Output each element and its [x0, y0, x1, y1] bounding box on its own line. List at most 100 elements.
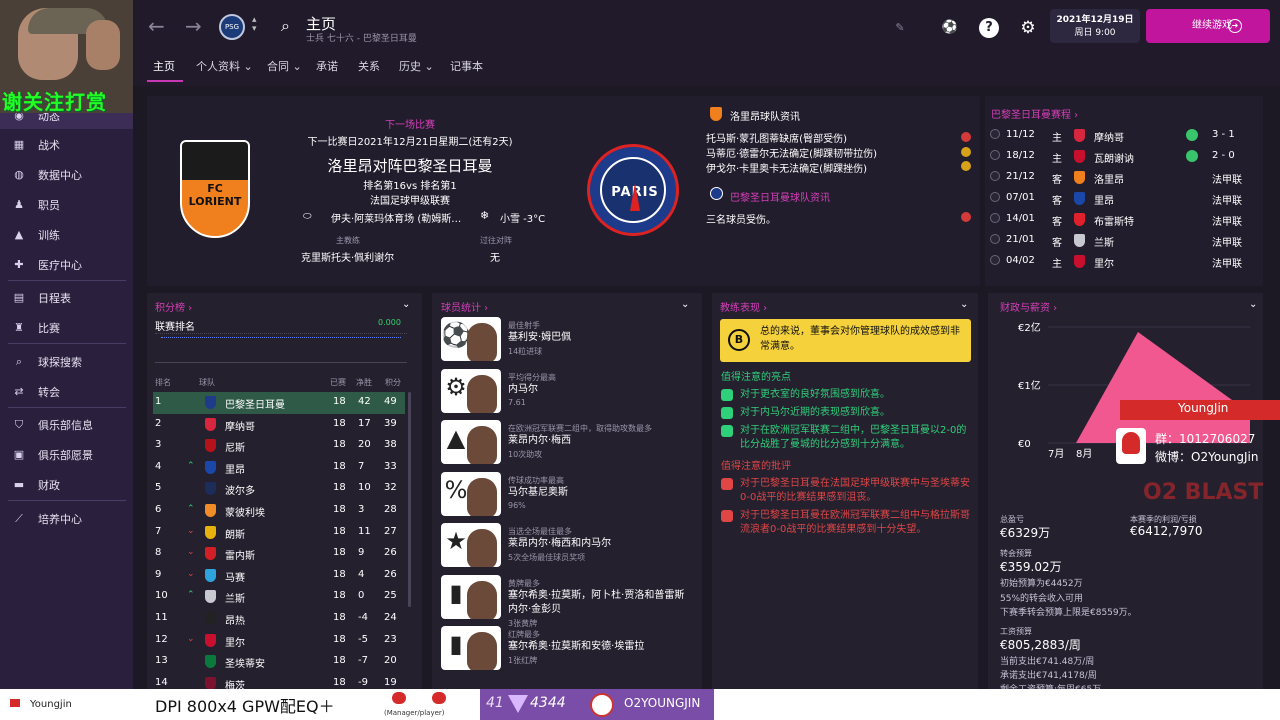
tab-promises[interactable]: 承诺 [316, 58, 338, 74]
table-row[interactable]: 1 巴黎圣日耳曼 18 42 49 [153, 392, 405, 414]
edit-icon[interactable]: ✎ [890, 18, 910, 38]
sidebar-item-club-info[interactable]: ⛉ 俱乐部信息 [0, 412, 133, 438]
lorient-news-item[interactable]: 伊戈尔·卡里奥卡无法确定(脚踝挫伤) [706, 160, 867, 175]
active-tab-underline [147, 80, 183, 82]
league-table-title[interactable]: 积分榜 › [155, 299, 192, 314]
coach-performance-title[interactable]: 教练表现 › [720, 299, 767, 314]
sidebar-item-finances[interactable]: ▬ 财政 [0, 472, 133, 498]
fixture-venue: 客 [1052, 196, 1062, 207]
tab-relations[interactable]: 关系 [358, 58, 380, 74]
table-pos: 14 [155, 676, 168, 688]
sidebar-item-club-vision[interactable]: ▣ 俱乐部愿景 [0, 442, 133, 468]
match-venue[interactable]: 伊夫·阿莱玛体育场 (勒姆斯… [331, 210, 461, 225]
tab-notebook[interactable]: 记事本 [450, 58, 483, 74]
table-row[interactable]: 4 ⌃ 里昂 18 7 33 [153, 457, 405, 479]
player-stat-row[interactable]: ▮ 黄牌最多 塞尔希奥·拉莫斯，阿卜杜·贾洛和普雷斯内尔·金彭贝 3张黄牌 [441, 573, 691, 628]
club-switch-chevrons-icon[interactable]: ▴ ▾ [252, 16, 257, 34]
sidebar-item-tactics[interactable]: ▦ 战术 [0, 132, 133, 158]
webcam-caption: 谢关注打赏 [2, 90, 107, 113]
league-table-scrollbar[interactable] [408, 392, 411, 607]
fixture-row[interactable]: 21/12 客 洛里昂 法甲联 [990, 167, 1252, 188]
tab-history[interactable]: 历史 ⌄ [399, 58, 434, 74]
player-stat-row[interactable]: ▲ 在欧洲冠军联赛二组中，取得助攻数最多 莱昂内尔·梅西 10次助攻 [441, 418, 691, 468]
lorient-news-title[interactable]: 洛里昂球队资讯 [730, 108, 800, 123]
player-name[interactable]: 塞尔希奥·拉莫斯，阿卜杜·贾洛和普雷斯内尔·金彭贝 [508, 589, 688, 617]
search-icon[interactable]: ⌕ [281, 16, 290, 36]
gear-icon[interactable]: ⚙ [1018, 18, 1038, 38]
back-arrow-icon[interactable]: ← [148, 14, 165, 38]
fixture-row[interactable]: 04/02 主 里尔 法甲联 [990, 251, 1252, 272]
player-stats-title[interactable]: 球员统计 › [441, 299, 488, 314]
sidebar-item-medical[interactable]: ✚ 医疗中心 [0, 252, 133, 278]
sidebar-item-training[interactable]: ▲ 训练 [0, 222, 133, 248]
lorient-crest[interactable]: FC LORIENT [180, 140, 250, 238]
club-crest-icon [1074, 192, 1085, 205]
player-face [467, 580, 497, 619]
opposing-coach[interactable]: 克里斯托夫·佩利谢尔 [301, 249, 394, 264]
lorient-news-item[interactable]: 马蒂厄·德雷尔无法确定(脚踝韧带拉伤) [706, 145, 877, 160]
fixture-row[interactable]: 18/12 主 瓦朗谢讷 2 - 0 [990, 146, 1252, 167]
sidebar-item-scouting[interactable]: ⌕ 球探搜索 [0, 349, 133, 375]
table-row[interactable]: 11 昂热 18 -4 24 [153, 608, 405, 630]
continue-button[interactable]: 继续游戏 ➜ [1146, 9, 1270, 43]
sidebar-item-transfers[interactable]: ⇄ 转会 [0, 379, 133, 405]
tab-contract[interactable]: 合同 ⌄ [267, 58, 302, 74]
sidebar-item-competitions[interactable]: ♜ 比赛 [0, 315, 133, 341]
psg-news-item[interactable]: 三名球员受伤。 [706, 211, 776, 226]
player-stat-row[interactable]: % 传球成功率最高 马尔基尼奥斯 96% [441, 470, 691, 520]
table-row[interactable]: 3 尼斯 18 20 38 [153, 435, 405, 457]
chart-x-tick: 8月 [1076, 448, 1092, 460]
player-name[interactable]: 基利安·姆巴佩 [508, 331, 688, 345]
finance-title[interactable]: 财政与薪资 › [1000, 299, 1057, 314]
chevron-down-icon[interactable]: ⌄ [402, 299, 410, 310]
table-row[interactable]: 9 ⌄ 马赛 18 4 26 [153, 565, 405, 587]
sidebar-item-data-hub[interactable]: ◍ 数据中心 [0, 162, 133, 188]
player-name[interactable]: 马尔基尼奥斯 [508, 486, 688, 500]
forward-arrow-icon[interactable]: → [185, 14, 202, 38]
player-stat-row[interactable]: ★ 当选全场最佳最多 莱昂内尔·梅西和内马尔 5次全场最佳球员奖项 [441, 521, 691, 571]
psg-crest[interactable]: PARIS [587, 144, 679, 236]
tab-profile[interactable]: 个人资料 ⌄ [196, 58, 253, 74]
ball-icon[interactable]: ⚽ [940, 18, 960, 38]
player-name[interactable]: 塞尔希奥·拉莫斯和安德·埃雷拉 [508, 640, 688, 654]
table-row[interactable]: 5 波尔多 18 10 32 [153, 478, 405, 500]
fixture-row[interactable]: 07/01 客 里昂 法甲联 [990, 188, 1252, 209]
player-name[interactable]: 内马尔 [508, 383, 688, 397]
club-switch-badge[interactable]: PSG [219, 14, 245, 40]
win-icon [1186, 129, 1198, 141]
fixture-row[interactable]: 21/01 客 兰斯 法甲联 [990, 230, 1252, 251]
match-title[interactable]: 洛里昂对阵巴黎圣日耳曼 [290, 155, 530, 176]
trend-icon: ⌃ [187, 460, 195, 471]
fixture-venue: 客 [1052, 175, 1062, 186]
fixture-result: 2 - 0 [1212, 150, 1235, 161]
table-played: 18 [333, 482, 346, 494]
table-gd: 10 [358, 482, 371, 494]
chevron-down-icon[interactable]: ⌄ [681, 299, 689, 310]
table-row[interactable]: 13 圣埃蒂安 18 -7 20 [153, 651, 405, 673]
match-competition[interactable]: 法国足球甲级联赛 [290, 192, 530, 207]
table-row[interactable]: 6 ⌃ 蒙彼利埃 18 3 28 [153, 500, 405, 522]
help-icon[interactable]: ? [979, 18, 999, 38]
table-row[interactable]: 2 摩纳哥 18 17 39 [153, 414, 405, 436]
table-row[interactable]: 10 ⌃ 兰斯 18 0 25 [153, 586, 405, 608]
table-row[interactable]: 7 ⌄ 朗斯 18 11 27 [153, 522, 405, 544]
table-row[interactable]: 8 ⌄ 雷内斯 18 9 26 [153, 543, 405, 565]
player-stat-row[interactable]: ⚽ 最佳射手 基利安·姆巴佩 14粒进球 [441, 315, 691, 365]
table-played: 18 [333, 525, 346, 537]
table-row[interactable]: 12 ⌄ 里尔 18 -5 23 [153, 630, 405, 652]
fixtures-title[interactable]: 巴黎圣日耳曼赛程 › [991, 106, 1078, 121]
fixture-row[interactable]: 14/01 客 布雷斯特 法甲联 [990, 209, 1252, 230]
sidebar-item-development[interactable]: ⟋ 培养中心 [0, 506, 133, 532]
player-stat-row[interactable]: ⚙ 平均得分最高 内马尔 7.61 [441, 367, 691, 417]
chevron-down-icon[interactable]: ⌄ [1249, 299, 1257, 310]
lorient-news-item[interactable]: 托马斯·蒙孔图蒂缺席(臀部受伤) [706, 130, 847, 145]
player-stat-row[interactable]: ▮ 红牌最多 塞尔希奥·拉莫斯和安德·埃雷拉 1张红牌 [441, 624, 691, 674]
player-name[interactable]: 莱昂内尔·梅西 [508, 434, 688, 448]
fixture-row[interactable]: 11/12 主 摩纳哥 3 - 1 [990, 125, 1252, 146]
player-name[interactable]: 莱昂内尔·梅西和内马尔 [508, 537, 688, 551]
chevron-down-icon[interactable]: ⌄ [960, 299, 968, 310]
sidebar-item-staff[interactable]: ♟ 职员 [0, 192, 133, 218]
tab-home[interactable]: 主页 [153, 58, 175, 74]
sidebar-item-schedule[interactable]: ▤ 日程表 [0, 285, 133, 311]
psg-news-title[interactable]: 巴黎圣日耳曼球队资讯 [730, 189, 830, 204]
